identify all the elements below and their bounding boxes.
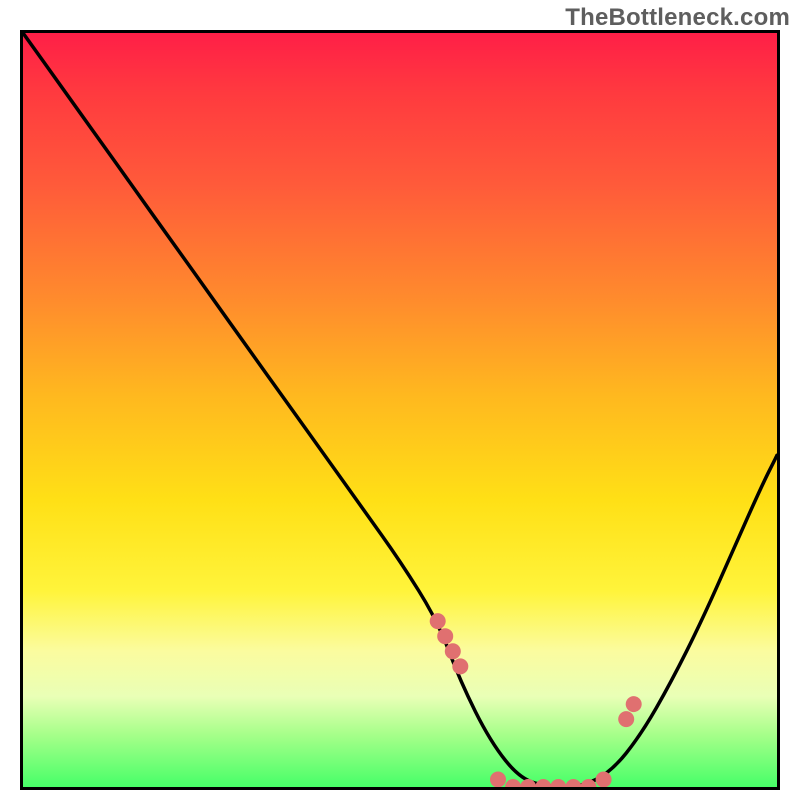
highlight-dot [565,779,581,787]
chart-container: TheBottleneck.com [0,0,800,800]
plot-svg [23,33,777,787]
highlight-dot [505,779,521,787]
highlight-dot [626,696,642,712]
watermark-text: TheBottleneck.com [565,4,790,32]
highlight-dot [452,658,468,674]
highlight-dot [596,772,612,788]
plot-frame [20,30,780,790]
bottleneck-curve [23,33,777,787]
highlight-dot [618,711,634,727]
highlight-dot [490,772,506,788]
highlight-dot [520,779,536,787]
highlight-dot [535,779,551,787]
highlight-dots-group [430,613,642,787]
highlight-dot [445,643,461,659]
highlight-dot [430,613,446,629]
highlight-dot [437,628,453,644]
highlight-dot [550,779,566,787]
